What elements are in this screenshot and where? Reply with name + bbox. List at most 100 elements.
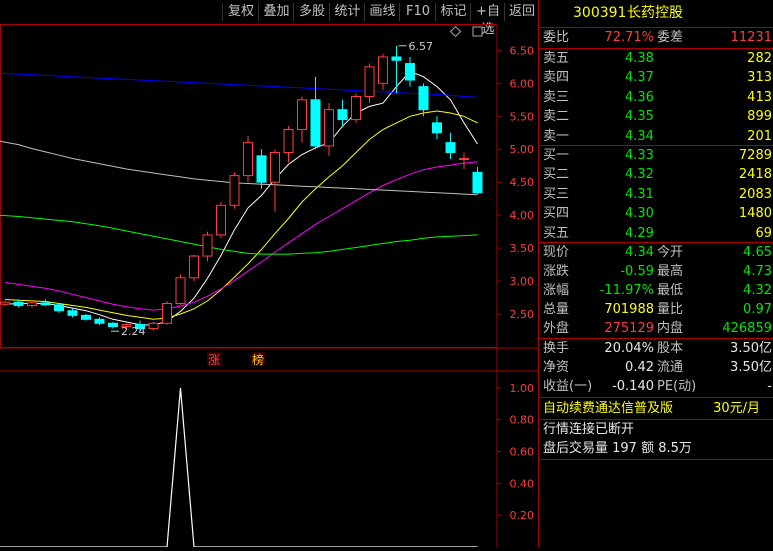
- ask-volume: 313: [747, 70, 772, 86]
- ma-line-ma20: [4, 161, 478, 311]
- candle-body: [54, 304, 64, 312]
- bid-price: 4.32: [625, 167, 654, 183]
- candle-body: [148, 322, 159, 330]
- bid-row[interactable]: 买四 4.30 1480: [539, 204, 773, 223]
- bid-price: 4.33: [625, 148, 654, 163]
- mark-button[interactable]: 标记: [435, 3, 471, 21]
- overlay-button[interactable]: 叠加: [258, 3, 294, 21]
- ask-row[interactable]: 卖一 4.34 201: [539, 127, 773, 146]
- candle-body: [216, 204, 226, 236]
- ask-volume: 899: [747, 109, 772, 125]
- ask-row[interactable]: 卖五 4.38 282: [539, 49, 773, 68]
- candle-body: [108, 322, 118, 328]
- bid-price: 4.31: [625, 186, 654, 202]
- candle-body: [0, 301, 10, 305]
- candle-body: [229, 175, 240, 206]
- chart-toolbar: 复权 叠加 多股 统计 画线 F10 标记 +自选 返回: [0, 0, 539, 37]
- bid-row[interactable]: 买三 4.31 2083: [539, 185, 773, 204]
- candle-body: [162, 302, 172, 324]
- candle-body: [297, 99, 307, 130]
- bid-volume: 2083: [738, 186, 772, 202]
- ask-row[interactable]: 卖三 4.36 413: [539, 88, 773, 107]
- candle-body: [13, 301, 24, 306]
- quote-row: 涨跌 -0.59 最高 4.73: [543, 264, 772, 279]
- candle-body: [472, 171, 483, 194]
- bid-price: 4.30: [625, 206, 654, 222]
- candle-body: [324, 109, 334, 147]
- price-tick-label: 2.50: [510, 308, 535, 321]
- ask-volume: 282: [747, 51, 772, 66]
- price-tick-label: 3.00: [510, 275, 535, 288]
- ma-line-ma60: [0, 214, 478, 255]
- candle-body: [256, 155, 267, 183]
- statistics-button[interactable]: 统计: [329, 3, 365, 21]
- ask-price: 4.36: [625, 89, 654, 105]
- candle-body: [445, 142, 456, 154]
- candle-body: [418, 86, 429, 111]
- restore-right-button[interactable]: 复权: [222, 3, 259, 21]
- bid-row[interactable]: 买一 4.33 7289: [539, 146, 773, 165]
- limit-up-tag: 榜: [252, 352, 264, 367]
- candle-body: [405, 63, 415, 81]
- price-tick-label: 4.00: [510, 209, 535, 222]
- add-watchlist-button[interactable]: +自选: [470, 3, 505, 37]
- candle-body: [202, 234, 213, 257]
- ma-line-ma10: [4, 110, 478, 320]
- multi-stock-button[interactable]: 多股: [293, 3, 330, 21]
- price-tick-label: 6.50: [510, 44, 535, 57]
- stock-name: 长药控股: [627, 5, 683, 21]
- candle-body: [337, 109, 348, 121]
- candle-body: [27, 302, 37, 306]
- committee-row: 委比 72.71% 委差 11231: [543, 30, 772, 45]
- quote-panel: 300391 长药控股 委比 72.71% 委差 11231 卖五 4.38 282…: [538, 0, 773, 547]
- indicator-tick-label: 0.80: [510, 414, 535, 427]
- price-tick-label: 5.00: [510, 143, 535, 156]
- candle-body: [243, 142, 253, 177]
- ask-row[interactable]: 卖四 4.37 313: [539, 68, 773, 87]
- price-pane-frame: [0, 24, 498, 348]
- price-tick-label: 6.00: [510, 77, 535, 90]
- candle-body: [310, 99, 321, 147]
- ask-volume: 413: [747, 89, 772, 105]
- ma-line-ma5: [4, 70, 478, 326]
- bid-volume: 69: [755, 225, 772, 241]
- indicator-line: [0, 387, 478, 548]
- stock-title: 300391 长药控股: [539, 4, 773, 26]
- fundamental-row: 净资 0.42 流通 3.50亿: [543, 360, 772, 375]
- chart-area[interactable]: 6.50 6.00 5.50 5.00 4.50 4.00 3.50 3.00 2.50 6.57…: [0, 24, 538, 548]
- ask-volume: 201: [747, 128, 772, 144]
- ad-banner[interactable]: 自动续费通达信普及版 30元/月: [539, 399, 773, 418]
- candle-body: [351, 96, 361, 121]
- window-icon: [472, 26, 483, 37]
- bid-row[interactable]: 买二 4.32 2418: [539, 165, 773, 184]
- indicator-tick-label: 1.00: [510, 382, 535, 395]
- candle-body: [364, 66, 375, 98]
- quote-row: 总量 701988 量比 0.97: [543, 302, 772, 317]
- ask-row[interactable]: 卖二 4.35 899: [539, 107, 773, 126]
- candle-body: [459, 157, 469, 160]
- ask-price: 4.34: [625, 128, 654, 144]
- ask-price: 4.35: [625, 109, 654, 125]
- after-hours-info: 盘后交易量 197 额 8.5万: [543, 441, 692, 456]
- price-tick-label: 3.50: [510, 242, 535, 255]
- stock-code: 300391: [573, 5, 627, 21]
- bid-row[interactable]: 买五 4.29 69: [539, 224, 773, 243]
- candle-body: [67, 310, 78, 316]
- candlestick-chart[interactable]: 6.50 6.00 5.50 5.00 4.50 4.00 3.50 3.00 2.50 6.57…: [0, 24, 538, 548]
- f10-button[interactable]: F10: [399, 3, 436, 21]
- quote-row: 外盘 275129 内盘 426859: [543, 321, 772, 336]
- bid-volume: 7289: [738, 148, 772, 163]
- fundamental-row: 收益(一) -0.140 PE(动) -: [543, 379, 772, 394]
- indicator-tick-label: 0.20: [510, 509, 535, 522]
- back-button[interactable]: 返回: [504, 3, 539, 21]
- candle-body: [175, 277, 186, 304]
- indicator-tick-label: 0.40: [510, 477, 535, 490]
- connection-status: 行情连接已断开: [543, 422, 635, 437]
- draw-line-button[interactable]: 画线: [364, 3, 400, 21]
- committee-ratio: 72.71%: [604, 30, 654, 45]
- candle-body: [378, 56, 388, 84]
- candle-body: [391, 56, 402, 61]
- candle-body: [432, 122, 442, 134]
- candle-body: [270, 152, 280, 183]
- bid-price: 4.29: [625, 225, 654, 241]
